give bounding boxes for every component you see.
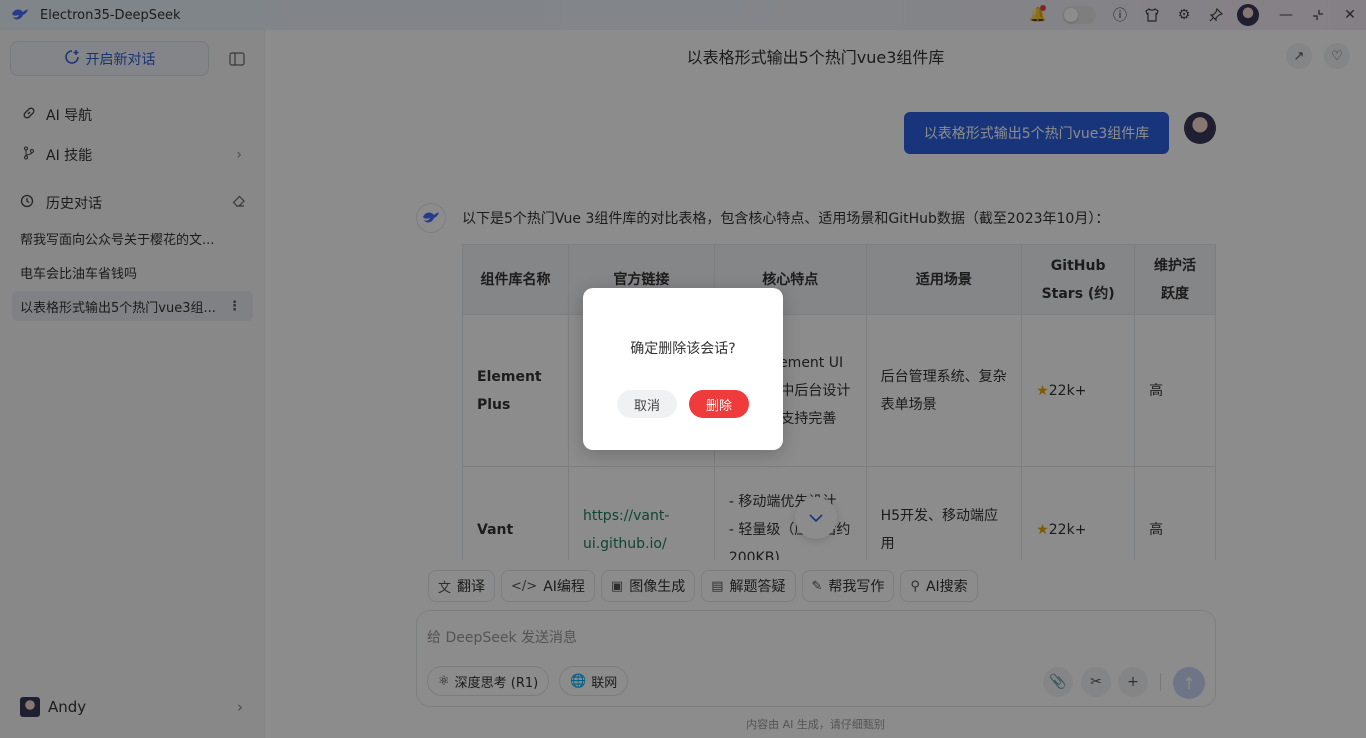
cancel-button[interactable]: 取消 <box>617 390 677 418</box>
dialog-message: 确定删除该会话? <box>630 341 736 357</box>
delete-button[interactable]: 删除 <box>689 390 749 418</box>
delete-confirm-dialog: 确定删除该会话? 取消 删除 <box>583 288 783 450</box>
